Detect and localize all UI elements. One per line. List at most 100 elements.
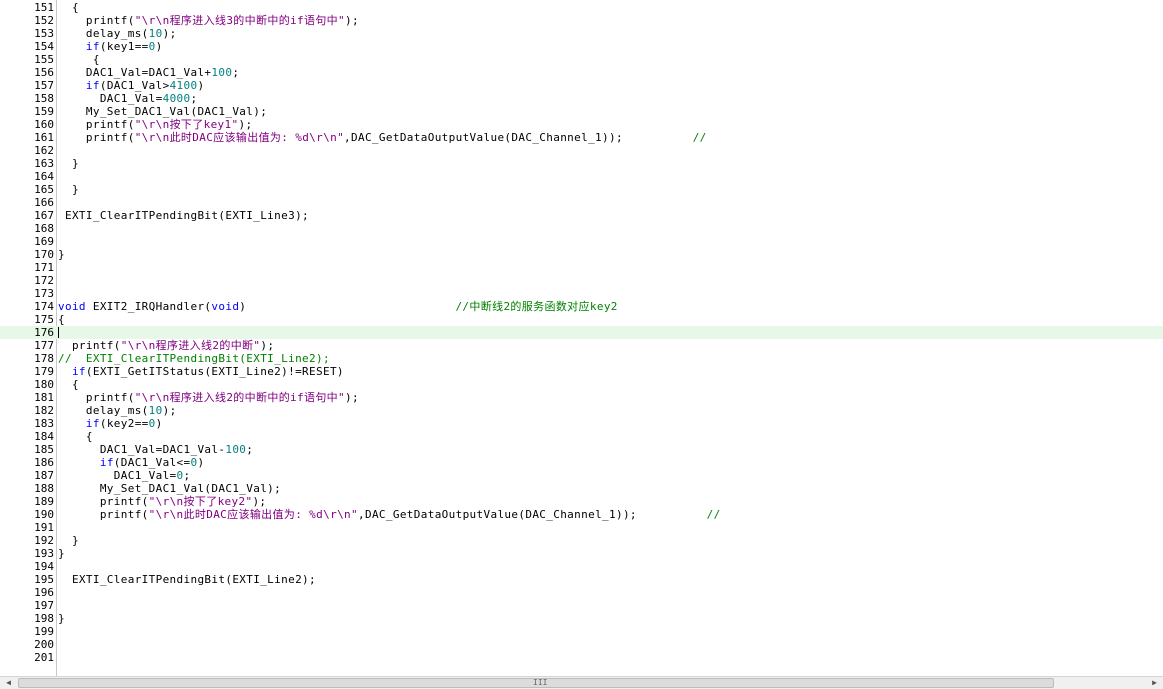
code-token: 0	[148, 40, 156, 53]
code-token: ;	[232, 66, 240, 79]
code-line[interactable]: 161 printf("\r\n此时DAC应该输出值为: %d\r\n",DAC…	[0, 131, 1163, 144]
line-number: 170	[34, 248, 54, 261]
line-code: DAC1_Val=0;	[58, 469, 191, 482]
line-number: 151	[34, 1, 54, 14]
line-number: 164	[34, 170, 54, 183]
code-editor[interactable]: 151 {152 printf("\r\n程序进入线3的中断中的if语句中");…	[0, 0, 1163, 676]
code-line[interactable]: 166	[0, 196, 1163, 209]
code-lines[interactable]: 151 {152 printf("\r\n程序进入线3的中断中的if语句中");…	[0, 1, 1163, 664]
code-line[interactable]: 188 My_Set_DAC1_Val(DAC1_Val);	[0, 482, 1163, 495]
line-number: 186	[34, 456, 54, 469]
line-code: if(EXTI_GetITStatus(EXTI_Line2)!=RESET)	[58, 365, 344, 378]
code-line[interactable]: 155 {	[0, 53, 1163, 66]
code-line[interactable]: 153 delay_ms(10);	[0, 27, 1163, 40]
code-token: );	[260, 339, 275, 352]
code-line[interactable]: 201	[0, 651, 1163, 664]
code-line[interactable]: 180 {	[0, 378, 1163, 391]
code-token: 4000	[162, 92, 191, 105]
scroll-left-icon[interactable]: ◀	[0, 677, 17, 689]
code-token: {	[58, 313, 65, 326]
line-number: 159	[34, 105, 54, 118]
code-token: 0	[148, 417, 156, 430]
code-token: )	[155, 40, 163, 53]
code-line[interactable]: 156 DAC1_Val=DAC1_Val+100;	[0, 66, 1163, 79]
code-line[interactable]: 192 }	[0, 534, 1163, 547]
code-line[interactable]: 177 printf("\r\n程序进入线2的中断");	[0, 339, 1163, 352]
code-line[interactable]: 186 if(DAC1_Val<=0)	[0, 456, 1163, 469]
line-code: delay_ms(10);	[58, 27, 177, 40]
code-token: }	[58, 547, 65, 560]
code-line[interactable]: 176	[0, 326, 1163, 339]
code-line[interactable]: 151 {	[0, 1, 1163, 14]
line-number: 182	[34, 404, 54, 417]
code-line[interactable]: 169	[0, 235, 1163, 248]
code-line[interactable]: 174 void EXIT2_IRQHandler(void) //中断线2的服务…	[0, 300, 1163, 313]
code-token: ;	[183, 469, 191, 482]
code-line[interactable]: 199	[0, 625, 1163, 638]
code-line[interactable]: 160 printf("\r\n按下了key1");	[0, 118, 1163, 131]
code-line[interactable]: 194	[0, 560, 1163, 573]
code-line[interactable]: 182 delay_ms(10);	[0, 404, 1163, 417]
line-number: 154	[34, 40, 54, 53]
line-number: 189	[34, 495, 54, 508]
code-line[interactable]: 196	[0, 586, 1163, 599]
code-line[interactable]: 159 My_Set_DAC1_Val(DAC1_Val);	[0, 105, 1163, 118]
code-line[interactable]: 164	[0, 170, 1163, 183]
code-line[interactable]: 195 EXTI_ClearITPendingBit(EXTI_Line2);	[0, 573, 1163, 586]
code-line[interactable]: 184 {	[0, 430, 1163, 443]
code-line[interactable]: 179 if(EXTI_GetITStatus(EXTI_Line2)!=RES…	[0, 365, 1163, 378]
code-token: if	[85, 79, 100, 92]
code-token: if	[71, 365, 86, 378]
code-token: void	[58, 300, 86, 313]
code-line[interactable]: 178 // EXTI_ClearITPendingBit(EXTI_Line2)…	[0, 352, 1163, 365]
code-line[interactable]: 152 printf("\r\n程序进入线3的中断中的if语句中");	[0, 14, 1163, 27]
code-line[interactable]: 172	[0, 274, 1163, 287]
line-code: EXTI_ClearITPendingBit(EXTI_Line2);	[58, 573, 316, 586]
horizontal-scrollbar[interactable]: ◀ III ▶	[0, 676, 1163, 689]
line-number: 200	[34, 638, 54, 651]
code-token: }	[58, 157, 79, 170]
code-line[interactable]: 175 {	[0, 313, 1163, 326]
code-line[interactable]: 158 DAC1_Val=4000;	[0, 92, 1163, 105]
scrollbar-thumb[interactable]: III	[18, 678, 1054, 688]
code-line[interactable]: 165 }	[0, 183, 1163, 196]
code-token: );	[345, 391, 359, 404]
line-number: 184	[34, 430, 54, 443]
code-token: {	[58, 1, 79, 14]
code-line[interactable]: 187 DAC1_Val=0;	[0, 469, 1163, 482]
code-line[interactable]: 190 printf("\r\n此时DAC应该输出值为: %d\r\n",DAC…	[0, 508, 1163, 521]
code-line[interactable]: 191	[0, 521, 1163, 534]
line-number: 163	[34, 157, 54, 170]
code-line[interactable]: 197	[0, 599, 1163, 612]
line-code: EXTI_ClearITPendingBit(EXTI_Line3);	[58, 209, 309, 222]
code-token: DAC1_Val=DAC1_Val+	[58, 66, 212, 79]
code-line[interactable]: 170}	[0, 248, 1163, 261]
line-code: void EXIT2_IRQHandler(void) //中断线2的服务函数对…	[58, 300, 618, 313]
code-line[interactable]: 173	[0, 287, 1163, 300]
code-token: My_Set_DAC1_Val(DAC1_Val);	[58, 105, 268, 118]
code-token: }	[58, 612, 65, 625]
code-line[interactable]: 154 if(key1==0)	[0, 40, 1163, 53]
scroll-right-icon[interactable]: ▶	[1146, 677, 1163, 689]
code-token: 4100	[169, 79, 198, 92]
line-number: 155	[34, 53, 54, 66]
code-line[interactable]: 168	[0, 222, 1163, 235]
line-code: printf("\r\n此时DAC应该输出值为: %d\r\n",DAC_Get…	[58, 131, 707, 144]
code-line[interactable]: 185 DAC1_Val=DAC1_Val-100;	[0, 443, 1163, 456]
code-line[interactable]: 163 }	[0, 157, 1163, 170]
code-token: "\r\n按下了key2"	[148, 495, 253, 508]
line-number: 190	[34, 508, 54, 521]
code-line[interactable]: 167 EXTI_ClearITPendingBit(EXTI_Line3);	[0, 209, 1163, 222]
code-line[interactable]: 181 printf("\r\n程序进入线2的中断中的if语句中");	[0, 391, 1163, 404]
code-token: );	[252, 495, 267, 508]
code-line[interactable]: 157 if(DAC1_Val>4100)	[0, 79, 1163, 92]
code-line[interactable]: 162	[0, 144, 1163, 157]
code-token: printf(	[58, 391, 135, 404]
code-line[interactable]: 193}	[0, 547, 1163, 560]
code-line[interactable]: 198}	[0, 612, 1163, 625]
code-line[interactable]: 189 printf("\r\n按下了key2");	[0, 495, 1163, 508]
code-line[interactable]: 200	[0, 638, 1163, 651]
code-line[interactable]: 183 if(key2==0)	[0, 417, 1163, 430]
code-line[interactable]: 171	[0, 261, 1163, 274]
